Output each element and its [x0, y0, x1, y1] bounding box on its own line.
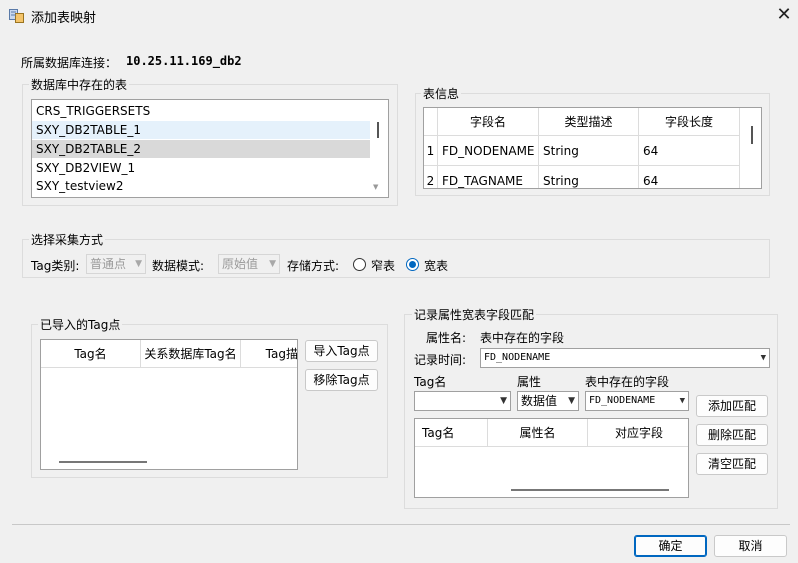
add-match-button[interactable]: 添加匹配 [696, 395, 768, 417]
tables-listbox[interactable]: CRS_TRIGGERSETS SXY_DB2TABLE_1 SXY_DB2TA… [31, 99, 389, 198]
chevron-down-icon: ▼ [760, 353, 766, 363]
field-select[interactable]: FD_NODENAME ▼ [585, 391, 689, 411]
cell-type[interactable]: String [539, 136, 639, 166]
tag-type-select[interactable]: 普通点 ▼ [86, 254, 146, 274]
chevron-down-icon: ▼ [269, 259, 276, 269]
connection-value: 10.25.11.169_db2 [126, 54, 242, 68]
list-item[interactable]: SXY_testview2 [32, 177, 370, 195]
column-header-tag[interactable]: Tag名 [41, 340, 141, 368]
window-title: 添加表映射 [31, 11, 97, 26]
list-item[interactable]: SXY_DB2TABLE_1 [32, 121, 370, 139]
remove-tag-button[interactable]: 移除Tag点 [305, 369, 378, 391]
cell-length[interactable]: 64 [639, 136, 740, 166]
row-index: 1 [424, 136, 438, 166]
table-info-grid[interactable]: 字段名 类型描述 字段长度 1 FD_NODENAME String 64 2 … [423, 107, 762, 189]
close-icon[interactable]: ✕ [770, 3, 798, 27]
chevron-down-icon: ▼ [568, 396, 575, 406]
tag-type-label: Tag类别: [31, 259, 80, 273]
tag-name-label: Tag名 [414, 375, 447, 389]
imported-tags-hscrollbar[interactable] [59, 461, 147, 463]
cell-field[interactable]: FD_NODENAME [438, 136, 539, 166]
import-tag-button[interactable]: 导入Tag点 [305, 340, 378, 362]
row-index: 2 [424, 166, 438, 188]
delete-match-button[interactable]: 删除匹配 [696, 424, 768, 446]
storage-label: 存储方式: [287, 259, 340, 273]
data-mode-select[interactable]: 原始值 ▼ [218, 254, 280, 274]
imported-tags-grid[interactable]: Tag名 关系数据库Tag名 Tag描 [40, 339, 298, 470]
chevron-down-icon: ▼ [500, 396, 507, 406]
tables-scrollbar[interactable] [377, 122, 379, 138]
attr-label: 属性名: [426, 331, 467, 345]
collect-mode-legend: 选择采集方式 [29, 231, 106, 248]
record-time-value: FD_NODENAME [484, 352, 551, 363]
tag-type-value: 普通点 [90, 257, 127, 271]
footer-divider [12, 524, 790, 525]
property-label: 属性 [517, 375, 542, 389]
storage-wide-radio[interactable] [406, 258, 419, 271]
field-label: 表中存在的字段 [585, 375, 670, 389]
list-item-selected[interactable]: SXY_DB2TABLE_2 [32, 140, 370, 158]
storage-narrow-label[interactable]: 窄表 [371, 257, 395, 274]
attr-value: 表中存在的字段 [480, 331, 565, 345]
grid-corner [424, 108, 438, 136]
clear-match-button[interactable]: 清空匹配 [696, 453, 768, 475]
property-value: 数据值 [521, 394, 558, 408]
scroll-down-icon[interactable]: ▼ [373, 183, 378, 191]
cancel-button[interactable]: 取消 [714, 535, 787, 557]
table-info-legend: 表信息 [421, 85, 462, 102]
cell-length[interactable]: 64 [639, 166, 740, 188]
column-header-tag[interactable]: Tag名 [415, 419, 488, 447]
app-icon [9, 9, 24, 23]
tables-group-legend: 数据库中存在的表 [29, 76, 130, 93]
match-grid[interactable]: Tag名 属性名 对应字段 [414, 418, 689, 498]
chevron-down-icon: ▼ [135, 259, 142, 269]
ok-button[interactable]: 确定 [634, 535, 707, 557]
title-bar [0, 0, 798, 31]
cell-type[interactable]: String [539, 166, 639, 188]
table-info-scrollbar[interactable] [751, 126, 753, 144]
storage-narrow-radio[interactable] [353, 258, 366, 271]
cell-field[interactable]: FD_TAGNAME [438, 166, 539, 188]
match-grid-hscrollbar[interactable] [511, 489, 669, 491]
record-time-label: 记录时间: [414, 353, 467, 367]
list-item[interactable]: CRS_TRIGGERSETS [32, 102, 370, 120]
column-header-db-tag[interactable]: 关系数据库Tag名 [141, 340, 241, 368]
list-item[interactable]: SXY_DB2VIEW_1 [32, 159, 370, 177]
column-header-property[interactable]: 属性名 [488, 419, 588, 447]
property-select[interactable]: 数据值 ▼ [517, 391, 579, 411]
column-header-field[interactable]: 对应字段 [588, 419, 688, 447]
field-value: FD_NODENAME [589, 395, 656, 406]
tag-name-select[interactable]: ▼ [414, 391, 511, 411]
connection-label: 所属数据库连接： [21, 56, 118, 70]
data-mode-value: 原始值 [222, 257, 259, 271]
column-header-length[interactable]: 字段长度 [639, 108, 740, 136]
chevron-down-icon: ▼ [679, 396, 685, 406]
imported-tags-legend: 已导入的Tag点 [38, 316, 123, 333]
column-header-type[interactable]: 类型描述 [539, 108, 639, 136]
storage-wide-label[interactable]: 宽表 [424, 257, 448, 274]
wide-match-legend: 记录属性宽表字段匹配 [412, 306, 537, 323]
column-header-field[interactable]: 字段名 [438, 108, 539, 136]
data-mode-label: 数据模式: [152, 259, 205, 273]
record-time-select[interactable]: FD_NODENAME ▼ [480, 348, 770, 368]
column-header-tag-desc[interactable]: Tag描 [241, 340, 297, 368]
